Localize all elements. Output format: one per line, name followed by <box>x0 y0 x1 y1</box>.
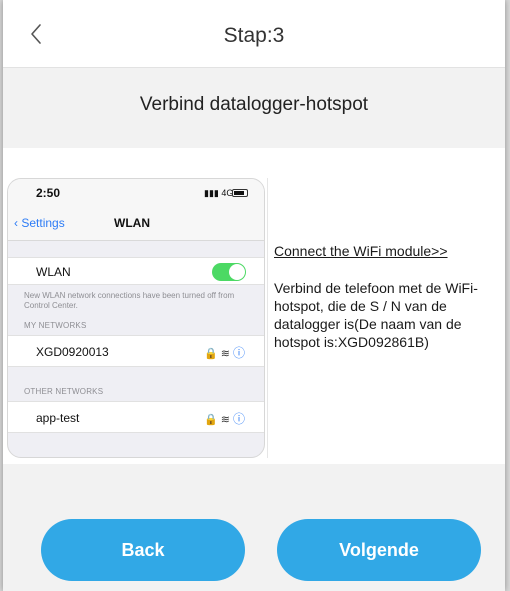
info-icon: ⓘ <box>233 412 246 426</box>
instruction-text: Verbind de telefoon met de WiFi-hotspot,… <box>274 280 478 350</box>
network-row: app-test 🔒 ≋ ⓘ <box>8 401 264 433</box>
wlan-label: WLAN <box>36 265 71 279</box>
wlan-row: WLAN <box>8 257 264 285</box>
phone-screenshot: 2:50 ▮▮▮ 4G ‹ Settings WLAN WLAN New WLA… <box>7 178 265 458</box>
lock-wifi-info-icons: 🔒 ≋ ⓘ <box>204 412 246 426</box>
top-bar: Stap:3 <box>3 0 505 68</box>
back-button[interactable]: Back <box>41 519 245 581</box>
step-subtitle: Verbind datalogger-hotspot <box>139 94 369 115</box>
battery-icon <box>232 189 248 197</box>
instruction-panel: 2:50 ▮▮▮ 4G ‹ Settings WLAN WLAN New WLA… <box>3 148 505 464</box>
page-title: Stap:3 <box>223 24 285 47</box>
network-row: XGD0920013 🔒 ≋ ⓘ <box>8 335 264 367</box>
info-icon: ⓘ <box>233 346 246 360</box>
phone-status-bar: 2:50 ▮▮▮ 4G <box>8 179 264 209</box>
other-networks-header: OTHER NETWORKS <box>24 387 104 396</box>
network-name: app-test <box>36 411 80 425</box>
phone-back-link: ‹ Settings <box>14 216 65 230</box>
network-name: XGD0920013 <box>36 345 109 359</box>
phone-nav-bar: ‹ Settings WLAN <box>8 209 264 241</box>
lock-wifi-info-icons: 🔒 ≋ ⓘ <box>204 346 246 360</box>
wlan-toggle <box>212 263 246 281</box>
app-screen: Stap:3 Verbind datalogger-hotspot 2:50 ▮… <box>3 0 505 591</box>
panel-divider <box>267 178 268 458</box>
phone-nav-title: WLAN <box>114 216 150 230</box>
signal-icon: ▮▮▮ 4G <box>204 188 234 198</box>
wlan-note: New WLAN network connections have been t… <box>24 291 235 310</box>
connect-wifi-link[interactable]: Connect the WiFi module>> <box>274 243 448 259</box>
phone-time: 2:50 <box>36 186 61 200</box>
next-button[interactable]: Volgende <box>277 519 481 581</box>
my-networks-header: MY NETWORKS <box>24 321 87 330</box>
